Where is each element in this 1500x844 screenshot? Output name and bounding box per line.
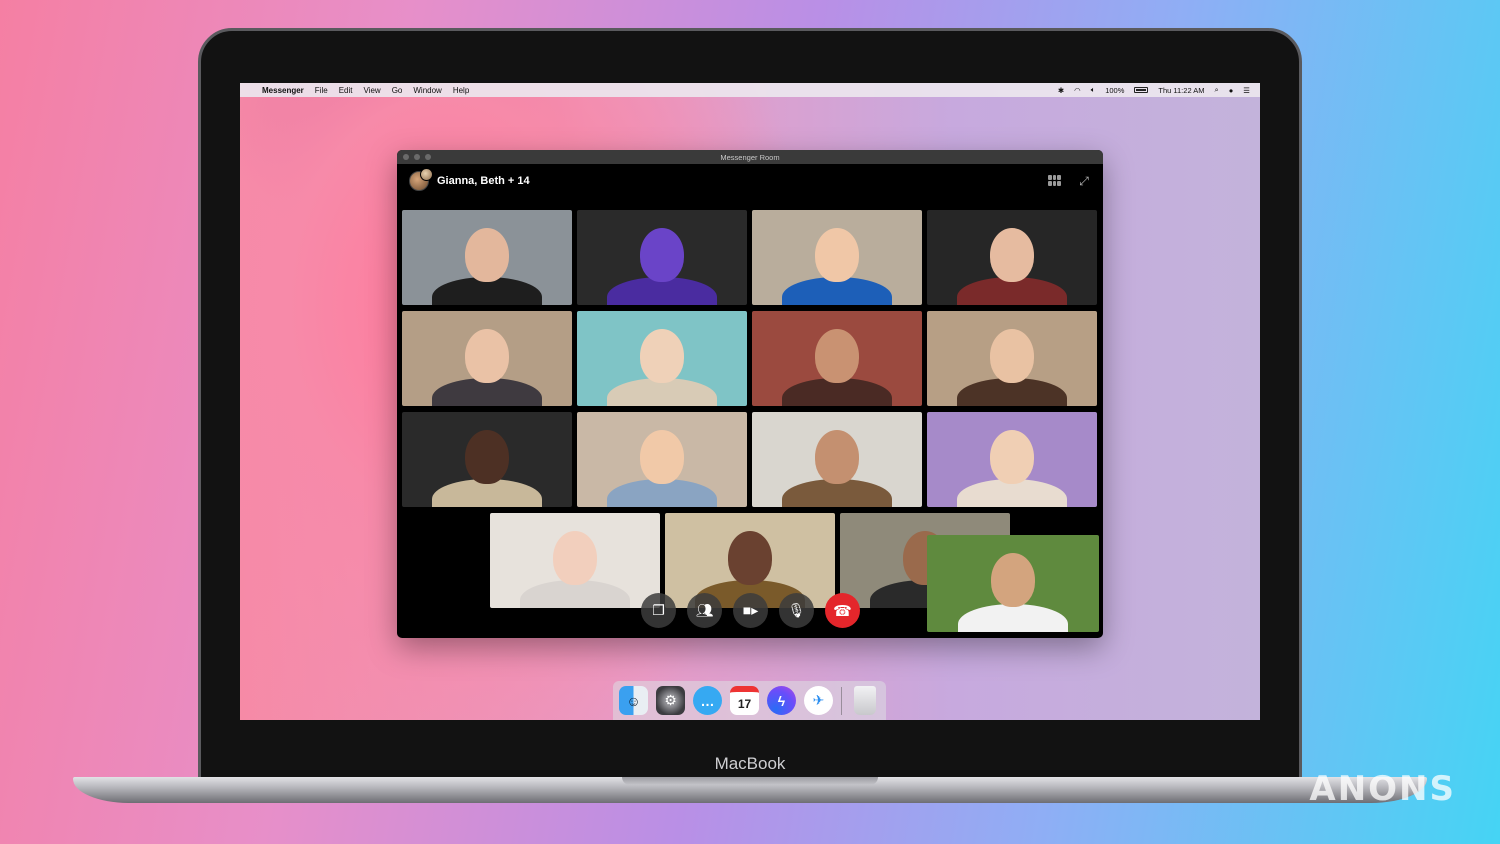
menu-file[interactable]: File <box>315 86 328 95</box>
watermark-logo: ANONS <box>1309 769 1456 809</box>
testflight-icon[interactable]: ✈︎ <box>804 686 833 715</box>
menu-edit[interactable]: Edit <box>339 86 353 95</box>
participants-icon: 👥︎ <box>695 602 714 618</box>
notification-center-icon[interactable]: ☰ <box>1243 86 1250 95</box>
participant-video-tile[interactable] <box>490 513 660 608</box>
app-menu[interactable]: Messenger <box>262 86 304 95</box>
participant-video-tile[interactable] <box>752 311 922 406</box>
participant-video-tile[interactable] <box>927 210 1097 305</box>
calendar-icon[interactable]: 17 <box>730 686 759 715</box>
participant-face <box>465 329 509 383</box>
participant-face <box>815 228 859 282</box>
spotlight-search-icon[interactable]: ⌕ <box>1215 85 1219 95</box>
participant-face <box>640 329 684 383</box>
participant-face <box>815 430 859 484</box>
room-header: Gianna, Beth + 14 ⤢ <box>397 164 1103 197</box>
participant-video-tile[interactable] <box>752 412 922 507</box>
grid-view-icon[interactable] <box>1048 175 1061 186</box>
system-preferences-icon[interactable]: ⚙︎ <box>656 686 685 715</box>
messages-icon[interactable]: … <box>693 686 722 715</box>
participant-face <box>991 553 1035 607</box>
messenger-bolt-glyph: ϟ <box>777 692 786 709</box>
trash-icon[interactable] <box>854 686 876 715</box>
fullscreen-icon[interactable]: ⤢ <box>1077 175 1091 187</box>
menu-bar: Messenger File Edit View Go Window Help … <box>240 83 1260 97</box>
call-controls: ❐ 👥︎ ■▸ 🎙︎ ☎︎ <box>641 593 860 628</box>
dock-separator <box>841 686 842 715</box>
gear-glyph: ⚙︎ <box>664 692 677 708</box>
battery-percent: 100% <box>1105 85 1125 95</box>
wifi-icon[interactable]: ◠ <box>1074 86 1081 95</box>
messenger-icon[interactable]: ϟ <box>767 686 796 715</box>
camera-button[interactable]: ■▸ <box>733 593 768 628</box>
messenger-room-window: Messenger Room Gianna, Beth + 14 ⤢ ❐ 👥︎ … <box>397 150 1103 638</box>
bluetooth-icon[interactable]: ✱ <box>1058 86 1064 95</box>
end-call-button[interactable]: ☎︎ <box>825 593 860 628</box>
video-camera-icon: ■▸ <box>742 602 759 618</box>
speech-bubble-glyph: … <box>700 692 715 709</box>
menu-window[interactable]: Window <box>413 86 441 95</box>
participant-face <box>465 228 509 282</box>
finder-face-glyph: ☺︎ <box>626 692 641 709</box>
participant-video-tile[interactable] <box>577 412 747 507</box>
participant-video-tile[interactable] <box>577 311 747 406</box>
participants-button[interactable]: 👥︎ <box>687 593 722 628</box>
participant-face <box>640 430 684 484</box>
propeller-glyph: ✈︎ <box>812 692 825 708</box>
participant-body <box>958 604 1068 632</box>
siri-icon[interactable]: ● <box>1229 86 1234 95</box>
microphone-icon: 🎙︎ <box>787 602 806 618</box>
participant-face <box>553 531 597 585</box>
menu-help[interactable]: Help <box>453 86 469 95</box>
participant-face <box>990 430 1034 484</box>
participant-video-tile[interactable] <box>402 210 572 305</box>
participant-face <box>990 228 1034 282</box>
group-avatar[interactable] <box>409 167 433 191</box>
window-titlebar[interactable]: Messenger Room <box>397 150 1103 164</box>
dock: ☺︎ ⚙︎ … 17 ϟ ✈︎ <box>613 681 886 720</box>
calendar-day: 17 <box>737 696 752 711</box>
menu-go[interactable]: Go <box>392 86 403 95</box>
participant-video-tile[interactable] <box>402 412 572 507</box>
laptop-notch <box>622 777 878 785</box>
participant-video-tile[interactable] <box>927 535 1099 632</box>
participant-face <box>640 228 684 282</box>
participant-video-tile[interactable] <box>752 210 922 305</box>
chat-name[interactable]: Gianna, Beth + 14 <box>437 175 530 187</box>
participant-face <box>465 430 509 484</box>
microphone-button[interactable]: 🎙︎ <box>779 593 814 628</box>
device-label: MacBook <box>714 754 786 773</box>
finder-icon[interactable]: ☺︎ <box>619 686 648 715</box>
hang-up-icon: ☎︎ <box>833 602 852 620</box>
participant-video-tile[interactable] <box>927 412 1097 507</box>
participant-face <box>728 531 772 585</box>
participant-video-tile[interactable] <box>927 311 1097 406</box>
participant-face <box>990 329 1034 383</box>
menu-view[interactable]: View <box>363 86 380 95</box>
window-title: Messenger Room <box>720 152 780 162</box>
volume-icon[interactable]: 🔈︎ <box>1091 85 1096 95</box>
participant-face <box>815 329 859 383</box>
share-screen-button[interactable]: ❐ <box>641 593 676 628</box>
battery-icon[interactable] <box>1134 87 1149 93</box>
participant-video-tile[interactable] <box>402 311 572 406</box>
desktop-screen: Messenger File Edit View Go Window Help … <box>240 83 1260 720</box>
share-screen-icon: ❐ <box>652 602 665 618</box>
participant-video-tile[interactable] <box>577 210 747 305</box>
clock[interactable]: Thu 11:22 AM <box>1158 86 1204 95</box>
